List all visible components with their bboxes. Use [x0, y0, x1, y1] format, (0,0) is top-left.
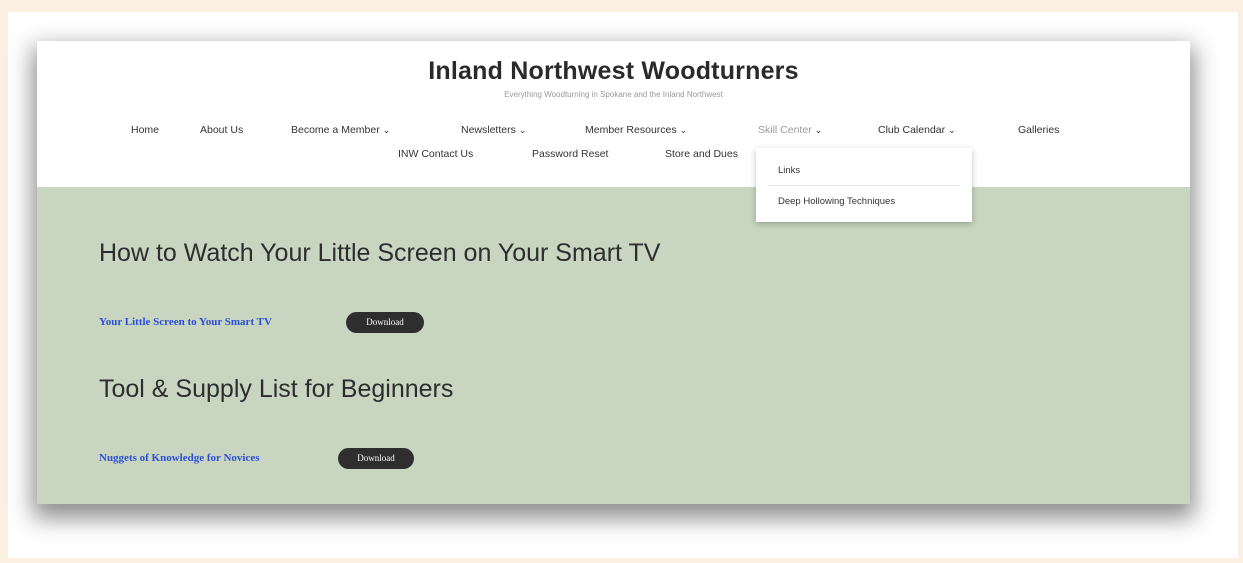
site-header: Inland Northwest Woodturners Everything …: [37, 41, 1190, 187]
dropdown-item-deep-hollowing[interactable]: Deep Hollowing Techniques: [778, 196, 895, 207]
nav-skill-center[interactable]: Skill Center ⌄: [758, 124, 822, 136]
site-tagline: Everything Woodturning in Spokane and th…: [504, 90, 723, 99]
nav-member-resources[interactable]: Member Resources ⌄: [585, 124, 687, 136]
chevron-down-icon: ⌄: [382, 125, 391, 135]
nav-label: Store and Dues: [665, 148, 738, 160]
nav-home[interactable]: Home: [131, 124, 159, 136]
skill-center-dropdown: Links Deep Hollowing Techniques: [756, 148, 972, 222]
nav-label: About Us: [200, 124, 244, 136]
download-link-text[interactable]: Your Little Screen to Your Smart TV: [99, 316, 272, 328]
nav-label: Club Calendar: [878, 124, 946, 136]
nav-label: Newsletters: [461, 124, 516, 136]
screenshot-frame: Inland Northwest Woodturners Everything …: [8, 12, 1238, 558]
dropdown-item-links[interactable]: Links: [778, 165, 800, 176]
main-content: How to Watch Your Little Screen on Your …: [37, 187, 1190, 504]
nav-label: Skill Center: [758, 124, 812, 136]
chevron-down-icon: ⌄: [518, 125, 527, 135]
download-button[interactable]: Download: [338, 448, 414, 469]
chevron-down-icon: ⌄: [679, 125, 688, 135]
website-card: Inland Northwest Woodturners Everything …: [37, 41, 1190, 504]
nav-label: Become a Member: [291, 124, 380, 136]
section-heading: Tool & Supply List for Beginners: [99, 375, 454, 403]
chevron-down-icon: ⌄: [814, 125, 823, 135]
download-link-text[interactable]: Nuggets of Knowledge for Novices: [99, 452, 260, 464]
site-title[interactable]: Inland Northwest Woodturners: [37, 57, 1190, 86]
nav-inw-contact-us[interactable]: INW Contact Us: [398, 148, 473, 160]
nav-club-calendar[interactable]: Club Calendar ⌄: [878, 124, 956, 136]
section-heading: How to Watch Your Little Screen on Your …: [99, 239, 661, 267]
nav-label: Password Reset: [532, 148, 609, 160]
nav-label: Member Resources: [585, 124, 677, 136]
nav-become-a-member[interactable]: Become a Member ⌄: [291, 124, 390, 136]
nav-password-reset[interactable]: Password Reset: [532, 148, 608, 160]
nav-label: Home: [131, 124, 160, 136]
nav-newsletters[interactable]: Newsletters ⌄: [461, 124, 526, 136]
nav-store-and-dues[interactable]: Store and Dues: [665, 148, 738, 160]
nav-label: INW Contact Us: [398, 148, 474, 160]
nav-about-us[interactable]: About Us: [200, 124, 243, 136]
download-button[interactable]: Download: [346, 312, 424, 333]
nav-label: Galleries: [1018, 124, 1060, 136]
chevron-down-icon: ⌄: [948, 125, 956, 135]
nav-galleries[interactable]: Galleries: [1018, 124, 1059, 136]
dropdown-divider: [768, 185, 960, 186]
